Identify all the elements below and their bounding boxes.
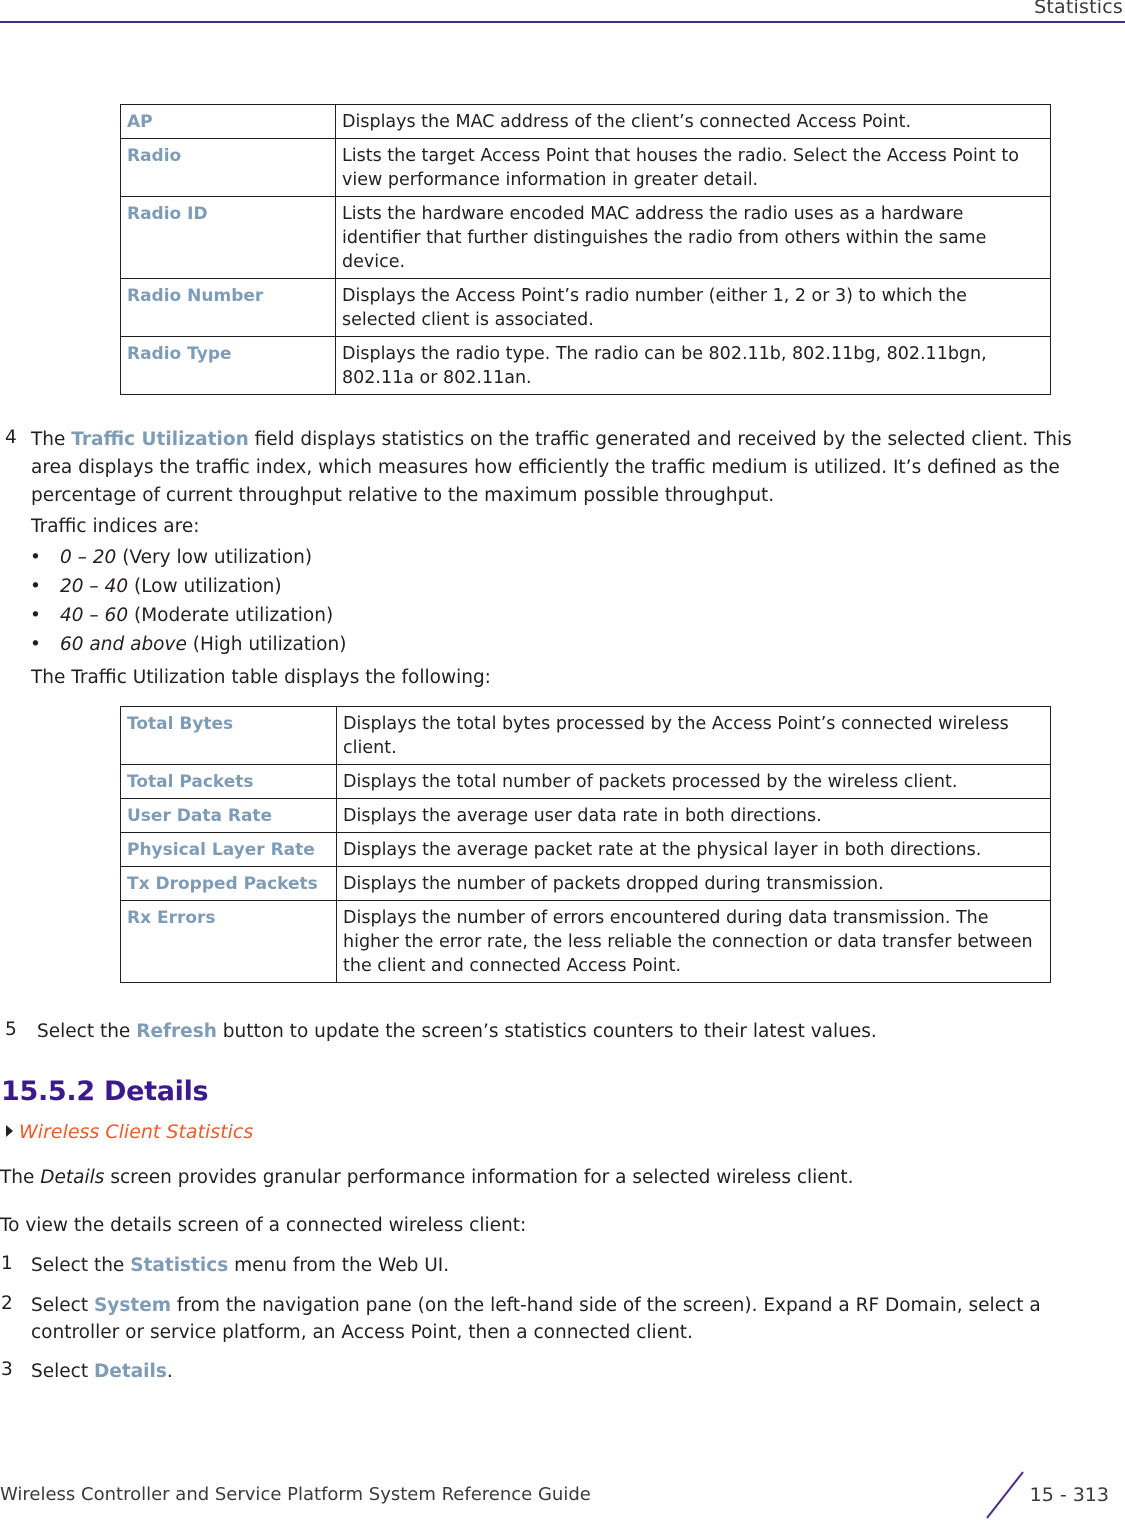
desc-cell: Displays the total number of packets pro… — [336, 764, 1051, 799]
desc-cell: Displays the Access Point’s radio number… — [335, 278, 1051, 337]
details-term: Details — [40, 1167, 105, 1188]
table-row: Radio Type Displays the radio type. The r… — [120, 336, 1051, 395]
step-number: 2 — [1, 1293, 13, 1314]
details-step-3: Select Details. — [31, 1358, 173, 1386]
term-cell: Tx Dropped Packets — [120, 866, 337, 901]
desc-cell: Lists the hardware encoded MAC address t… — [335, 196, 1051, 279]
bullet-icon: • — [30, 634, 41, 655]
text: The — [31, 429, 72, 450]
term-cell: Radio Type — [120, 336, 336, 395]
text: Select — [31, 1295, 94, 1316]
desc-cell: Displays the average packet rate at the … — [336, 832, 1051, 867]
section-heading: 15.5.2 Details — [1, 1076, 209, 1107]
table-row: AP Displays the MAC address of the client… — [120, 104, 1051, 139]
term-cell: Total Packets — [120, 764, 337, 799]
page-number: 15 - 313 — [1029, 1484, 1109, 1506]
step-number: 4 — [5, 427, 17, 448]
step-number: 3 — [1, 1359, 13, 1380]
text: Select the — [37, 1021, 137, 1042]
text: The — [0, 1167, 41, 1188]
text: field displays statistics on the traffic… — [248, 429, 1072, 450]
label: (High utilization) — [186, 634, 347, 655]
label: (Moderate utilization) — [128, 605, 334, 626]
desc-cell: Lists the target Access Point that house… — [335, 138, 1051, 197]
xref-label[interactable]: Wireless Client Statistics — [19, 1121, 253, 1143]
table-row: Radio Number Displays the Access Point’s … — [120, 278, 1051, 337]
term-cell: Radio — [120, 138, 336, 197]
page-header-title: Statistics — [1034, 0, 1123, 18]
table-row: Total Bytes Displays the total bytes proc… — [120, 706, 1051, 765]
step4-line2: area displays the traffic index, which m… — [31, 457, 1060, 478]
table-row: Rx Errors Displays the number of errors e… — [120, 900, 1051, 983]
step4-line3: percentage of current throughput relativ… — [31, 485, 775, 506]
list-item: • 20 – 40 (Low utilization) — [30, 576, 282, 597]
desc-cell: Displays the radio type. The radio can b… — [335, 336, 1051, 395]
details-step-1: Select the Statistics menu from the Web … — [31, 1252, 449, 1280]
text: from the navigation pane (on the left-ha… — [171, 1295, 1041, 1316]
footer-guide-title: Wireless Controller and Service Platform… — [0, 1484, 591, 1505]
details-term: Details — [93, 1361, 167, 1382]
range: 20 – 40 — [60, 576, 129, 597]
details-step-2: Select System from the navigation pane (… — [31, 1292, 1041, 1320]
table-row: User Data Rate Displays the average user … — [120, 798, 1051, 833]
triangle-right-icon — [6, 1125, 13, 1137]
step4-paragraph: The Traffic Utilization field displays s… — [31, 426, 1072, 454]
bullet-icon: • — [30, 547, 41, 568]
bullet-icon: • — [30, 576, 41, 597]
table-row: Radio ID Lists the hardware encoded MAC a… — [120, 196, 1051, 279]
desc-cell: Displays the total bytes processed by th… — [336, 706, 1051, 765]
details-step-2-line2: controller or service platform, an Acces… — [31, 1322, 693, 1343]
term-cell: Radio Number — [120, 278, 336, 337]
bullet-icon: • — [30, 605, 41, 626]
refresh-term: Refresh — [136, 1021, 217, 1042]
text: Select — [31, 1361, 94, 1382]
list-item: • 40 – 60 (Moderate utilization) — [30, 605, 333, 626]
text: Select the — [31, 1255, 131, 1276]
step5-paragraph: Select the Refresh button to update the … — [37, 1018, 877, 1046]
list-item: • 0 – 20 (Very low utilization) — [30, 547, 312, 568]
details-intro: The Details screen provides granular per… — [0, 1164, 854, 1192]
traffic-utilization-term: Traffic Utilization — [71, 429, 249, 450]
term-cell: Physical Layer Rate — [120, 832, 337, 867]
step-number: 1 — [1, 1253, 13, 1274]
table-row: Tx Dropped Packets Displays the number of… — [120, 866, 1051, 901]
term-cell: AP — [120, 104, 336, 139]
term-cell: Rx Errors — [120, 900, 337, 983]
howto-intro: To view the details screen of a connecte… — [0, 1215, 527, 1236]
term-cell: User Data Rate — [120, 798, 337, 833]
text: button to update the screen’s statistics… — [216, 1021, 877, 1042]
table-row: Radio Lists the target Access Point that … — [120, 138, 1051, 197]
cross-reference-link[interactable]: Wireless Client Statistics — [6, 1121, 253, 1143]
list-item: • 60 and above (High utilization) — [30, 634, 346, 655]
traffic-indices-intro: Traffic indices are: — [31, 516, 200, 537]
table-row: Physical Layer Rate Displays the average … — [120, 832, 1051, 867]
footer-slash-decoration — [986, 1471, 1024, 1519]
range: 0 – 20 — [60, 547, 117, 568]
desc-cell: Displays the average user data rate in b… — [336, 798, 1051, 833]
step-number: 5 — [5, 1019, 17, 1040]
desc-cell: Displays the MAC address of the client’s… — [335, 104, 1051, 139]
statistics-term: Statistics — [130, 1255, 229, 1276]
label: (Very low utilization) — [116, 547, 313, 568]
text: screen provides granular performance inf… — [104, 1167, 854, 1188]
range: 40 – 60 — [60, 605, 129, 626]
desc-cell: Displays the number of errors encountere… — [336, 900, 1051, 983]
term-cell: Total Bytes — [120, 706, 337, 765]
range: 60 and above — [60, 634, 187, 655]
term-cell: Radio ID — [120, 196, 336, 279]
traffic-table-intro: The Traffic Utilization table displays t… — [31, 667, 491, 688]
traffic-utilization-table: Total Bytes Displays the total bytes proc… — [120, 706, 1051, 983]
table-row: Total Packets Displays the total number o… — [120, 764, 1051, 799]
label: (Low utilization) — [128, 576, 282, 597]
text: . — [166, 1361, 173, 1382]
header-rule — [0, 21, 1125, 23]
text: menu from the Web UI. — [228, 1255, 450, 1276]
radio-info-table: AP Displays the MAC address of the client… — [120, 104, 1051, 395]
desc-cell: Displays the number of packets dropped d… — [336, 866, 1051, 901]
system-term: System — [93, 1295, 172, 1316]
